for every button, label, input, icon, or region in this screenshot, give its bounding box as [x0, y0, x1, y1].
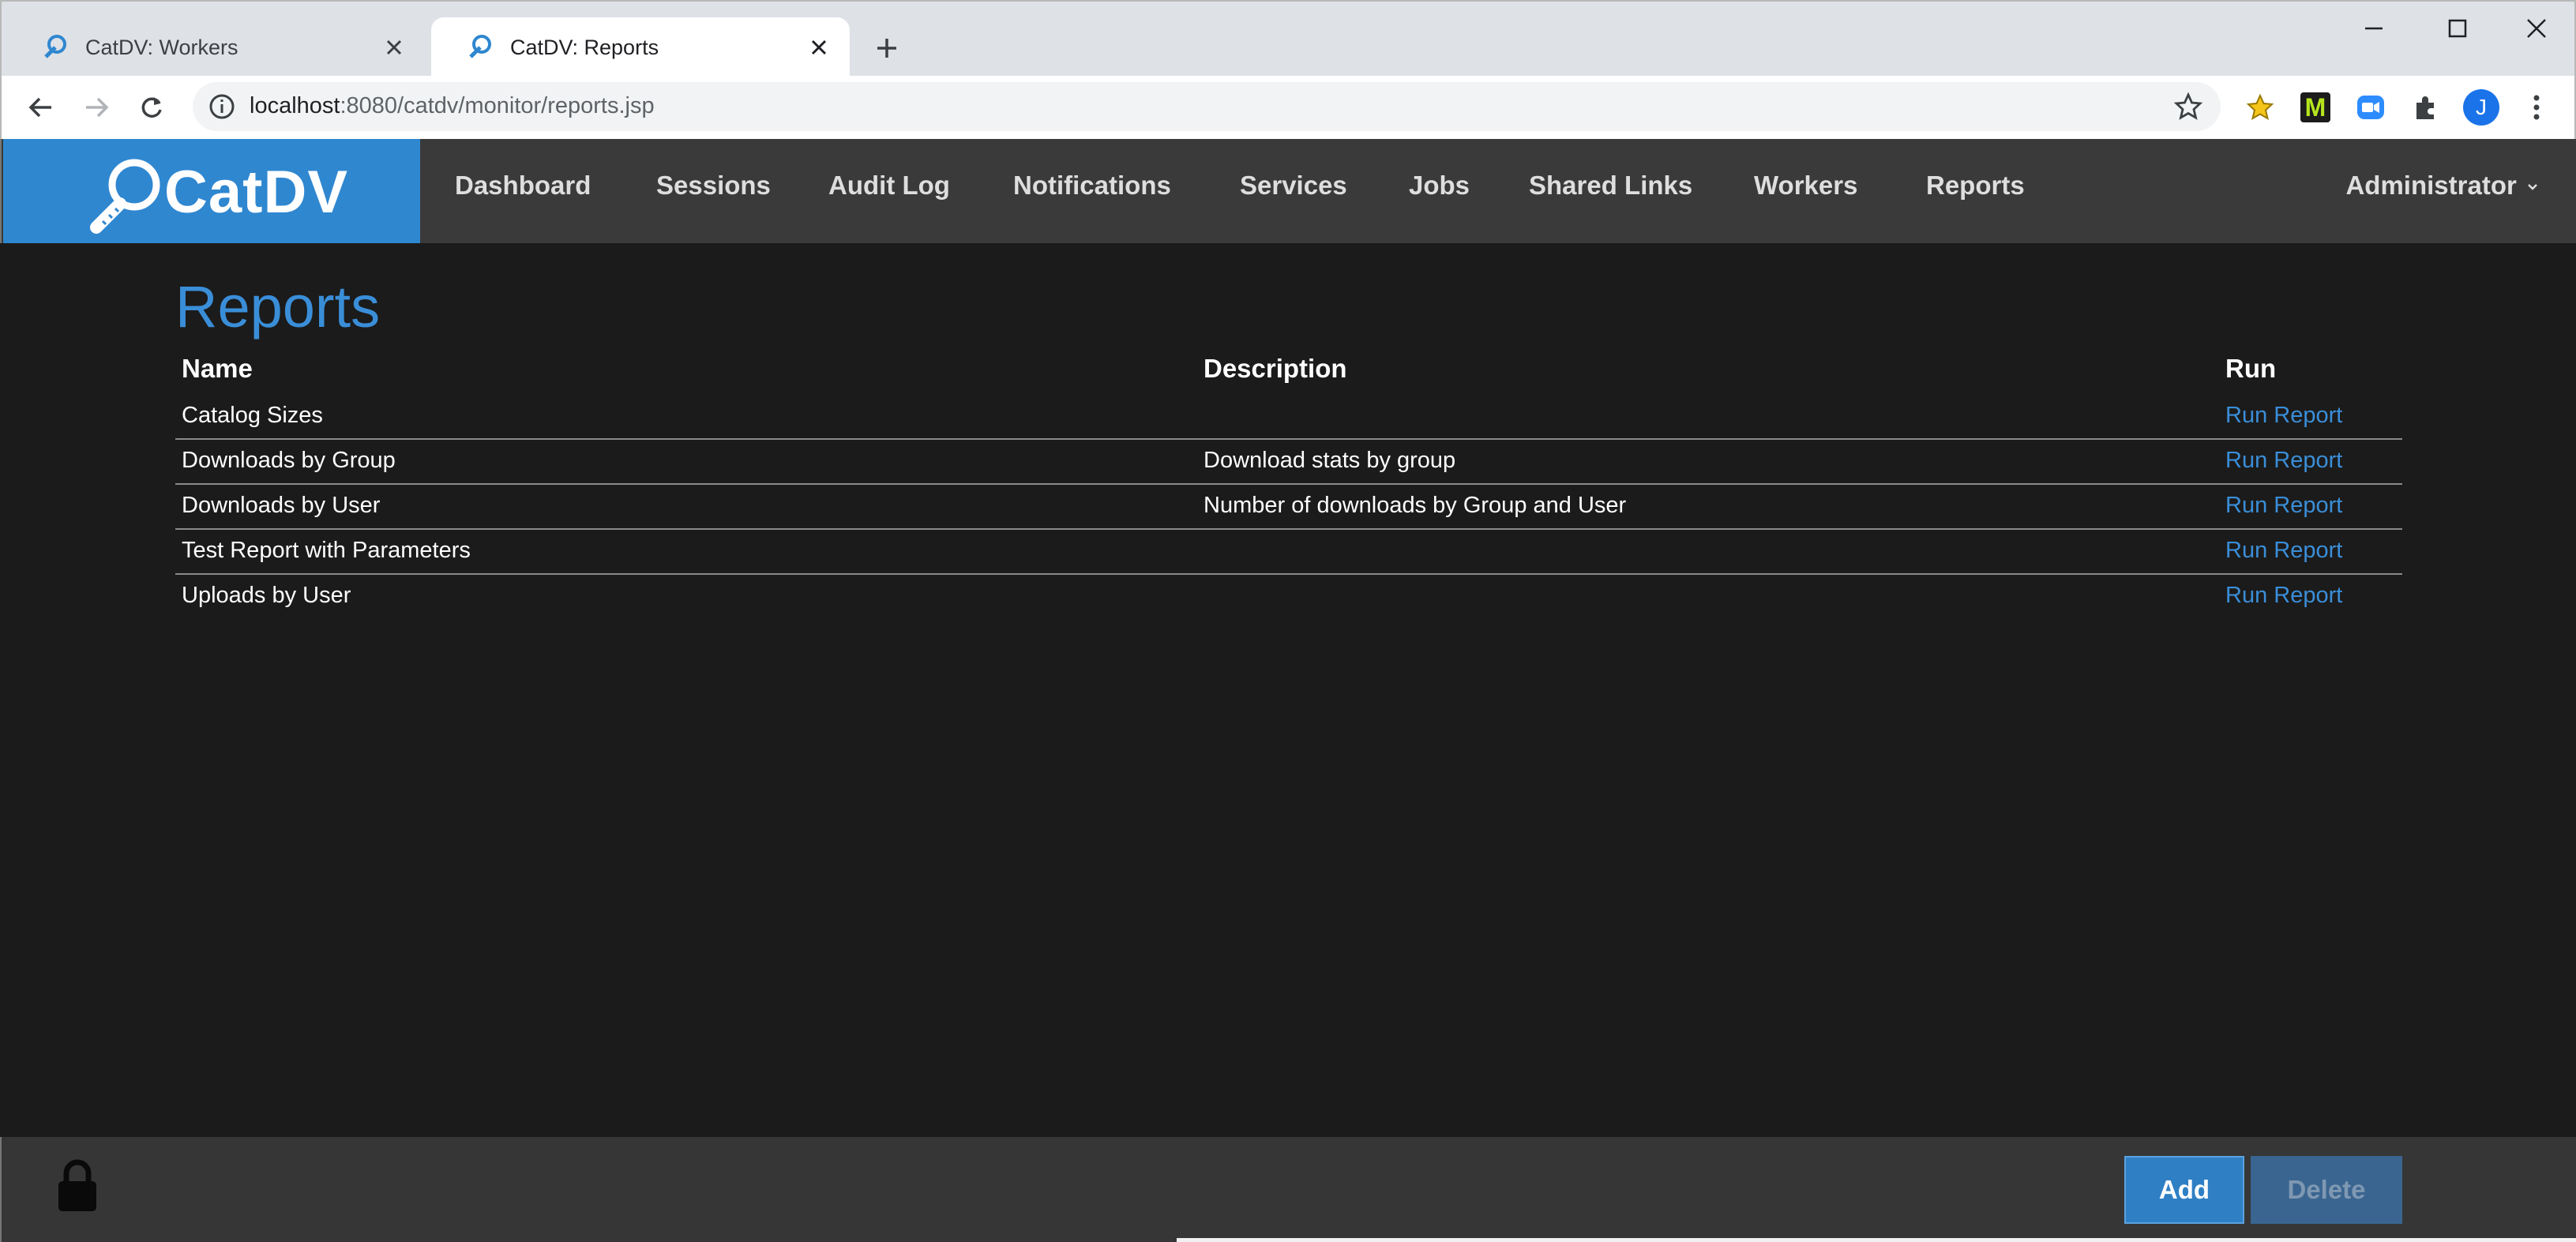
nav-audit-log[interactable]: Audit Log — [828, 171, 950, 201]
bookmark-star-icon[interactable] — [2173, 92, 2203, 122]
nav-jobs[interactable]: Jobs — [1409, 171, 1470, 201]
forward-arrow-icon[interactable] — [77, 88, 115, 126]
site-info-icon[interactable] — [207, 92, 237, 122]
nav-reports[interactable]: Reports — [1926, 171, 2025, 201]
run-report-link[interactable]: Run Report — [2225, 448, 2342, 474]
user-menu-label: Administrator — [2345, 171, 2517, 200]
chevron-down-icon — [2528, 184, 2537, 191]
minimize-icon[interactable] — [2356, 11, 2391, 46]
lock-icon[interactable] — [55, 1158, 100, 1214]
app-header: CatDV Dashboard Sessions Audit Log Notif… — [0, 139, 2576, 243]
run-report-link[interactable]: Run Report — [2225, 403, 2342, 429]
user-menu[interactable]: Administrator — [2345, 171, 2538, 201]
table-header: Name Description Run — [175, 347, 2402, 395]
window-bottom-edge — [1177, 1238, 2576, 1242]
zoom-extension-icon[interactable] — [2352, 88, 2390, 126]
extensions-puzzle-icon[interactable] — [2407, 88, 2445, 126]
browser-toolbar: localhost:8080/catdv/monitor/reports.jsp… — [0, 76, 2576, 139]
column-header-name: Name — [182, 354, 253, 383]
catdv-logo[interactable]: CatDV — [3, 139, 420, 243]
back-arrow-icon[interactable] — [22, 88, 60, 126]
extension-m-icon[interactable]: M — [2296, 88, 2334, 126]
browser-menu-dots-icon[interactable] — [2518, 88, 2555, 126]
report-name: Test Report with Parameters — [182, 538, 471, 563]
column-header-run: Run — [2225, 354, 2277, 383]
add-button[interactable]: Add — [2124, 1156, 2244, 1224]
delete-button[interactable]: Delete — [2251, 1156, 2402, 1224]
nav-dashboard[interactable]: Dashboard — [455, 171, 591, 201]
nav-notifications[interactable]: Notifications — [1013, 171, 1171, 201]
table-row[interactable]: Uploads by User Run Report — [175, 575, 2402, 618]
browser-tab-workers[interactable]: CatDV: Workers — [6, 17, 425, 77]
table-row[interactable]: Downloads by Group Download stats by gro… — [175, 440, 2402, 485]
column-header-description: Description — [1204, 354, 1347, 383]
report-name: Catalog Sizes — [182, 403, 323, 428]
logo-text: CatDV — [164, 159, 349, 226]
nav-shared-links[interactable]: Shared Links — [1529, 171, 1692, 201]
reload-icon[interactable] — [133, 88, 171, 126]
reports-table: Name Description Run Catalog Sizes Run R… — [175, 347, 2402, 618]
report-name: Uploads by User — [182, 583, 351, 608]
report-description: Download stats by group — [1204, 448, 1456, 473]
nav-sessions[interactable]: Sessions — [656, 171, 771, 201]
close-tab-icon[interactable] — [807, 36, 831, 59]
catdv-favicon-icon — [44, 35, 66, 58]
browser-tab-reports[interactable]: CatDV: Reports — [431, 17, 850, 77]
catdv-logo-icon — [90, 159, 160, 234]
table-row[interactable]: Catalog Sizes Run Report — [175, 395, 2402, 440]
page-title: Reports — [175, 274, 381, 340]
tab-title: CatDV: Workers — [85, 35, 238, 59]
close-tab-icon[interactable] — [382, 36, 406, 59]
table-row[interactable]: Downloads by User Number of downloads by… — [175, 485, 2402, 530]
run-report-link[interactable]: Run Report — [2225, 493, 2342, 519]
maximize-icon[interactable] — [2440, 11, 2475, 46]
profile-avatar[interactable]: J — [2462, 88, 2500, 126]
run-report-link[interactable]: Run Report — [2225, 538, 2342, 564]
catdv-favicon-icon — [469, 35, 491, 58]
report-name: Downloads by Group — [182, 448, 396, 473]
report-description: Number of downloads by Group and User — [1204, 493, 1627, 518]
nav-workers[interactable]: Workers — [1754, 171, 1857, 201]
tab-title: CatDV: Reports — [510, 35, 659, 59]
close-window-icon[interactable] — [2519, 11, 2554, 46]
run-report-link[interactable]: Run Report — [2225, 583, 2342, 609]
footer-bar: Add Delete — [0, 1137, 2576, 1242]
url-text: localhost:8080/catdv/monitor/reports.jsp — [250, 93, 655, 118]
browser-tabstrip: CatDV: Workers CatDV: Reports — [0, 0, 2576, 77]
report-name: Downloads by User — [182, 493, 381, 518]
address-bar[interactable]: localhost:8080/catdv/monitor/reports.jsp — [193, 82, 2221, 131]
new-tab-plus-icon[interactable] — [869, 30, 905, 66]
nav-services[interactable]: Services — [1240, 171, 1347, 201]
favorites-star-icon[interactable] — [2241, 88, 2279, 126]
table-row[interactable]: Test Report with Parameters Run Report — [175, 530, 2402, 575]
